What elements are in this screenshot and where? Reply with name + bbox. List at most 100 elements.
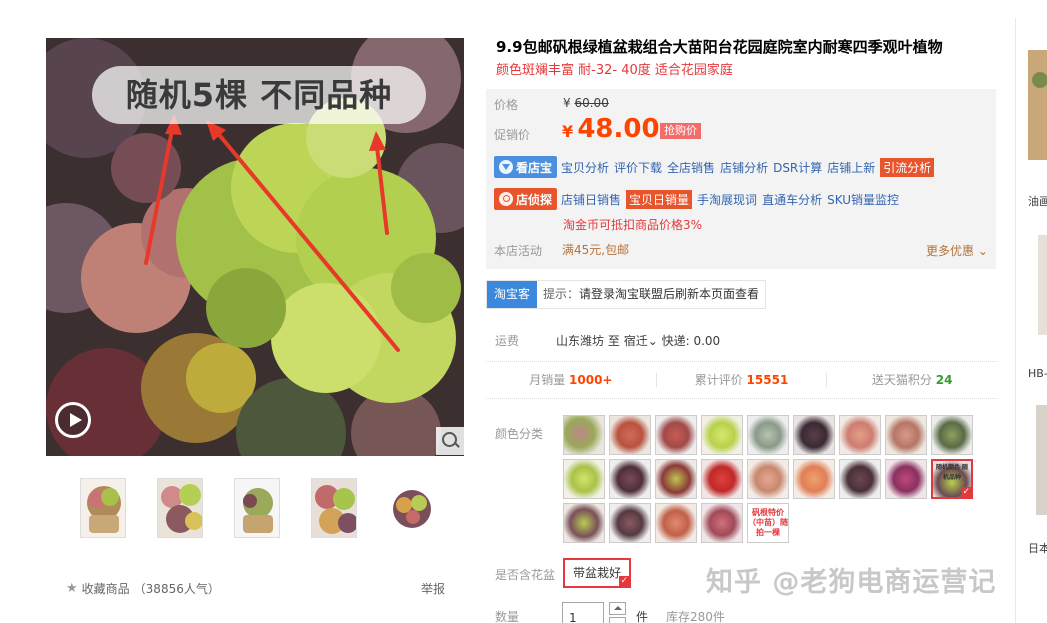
thumbnail-2[interactable] — [157, 478, 203, 538]
color-swatch[interactable] — [839, 415, 881, 455]
color-swatch[interactable] — [793, 459, 835, 499]
tool-link-sku-monitor[interactable]: SKU销量监控 — [827, 191, 899, 208]
shop-activity-value: 满45元,包邮 — [562, 243, 630, 257]
kandianbao-button[interactable]: 看店宝 — [494, 156, 558, 178]
recommend-image — [1018, 215, 1047, 345]
tool-link-item-analysis[interactable]: 宝贝分析 — [561, 159, 609, 176]
recommend-title-2[interactable]: HB- — [1028, 367, 1047, 380]
recommend-image — [1018, 40, 1047, 170]
thumbnail-5[interactable] — [388, 478, 434, 538]
color-swatch[interactable] — [885, 415, 927, 455]
report-link[interactable]: 举报 — [421, 580, 445, 597]
tool-link-review-download[interactable]: 评价下载 — [614, 159, 662, 176]
color-swatch-selected[interactable]: 随机颜色 随机品种 — [931, 459, 973, 499]
tool-link-search-terms[interactable]: 手淘展现词 — [697, 191, 757, 208]
color-swatch[interactable] — [609, 503, 651, 543]
pot-option-selected[interactable]: 带盆栽好 — [563, 558, 632, 588]
thumbnail-image — [235, 479, 279, 537]
color-swatch[interactable] — [655, 415, 697, 455]
quantity-label: 数量 — [495, 610, 520, 623]
quantity-increase-button[interactable] — [609, 602, 626, 615]
color-swatch[interactable] — [885, 459, 927, 499]
recommend-item-3[interactable] — [1018, 395, 1047, 525]
original-price: ¥ 60.00 — [563, 96, 609, 110]
stat-value: 24 — [935, 373, 953, 387]
color-swatch[interactable] — [655, 503, 697, 543]
tool-link-shop-sales[interactable]: 全店销售 — [667, 159, 715, 176]
tool-link-ztc-analysis[interactable]: 直通车分析 — [762, 191, 822, 208]
play-video-icon[interactable] — [55, 402, 91, 438]
quantity-decrease-button[interactable] — [609, 617, 626, 623]
original-currency: ¥ — [563, 96, 571, 110]
color-swatch[interactable] — [563, 415, 605, 455]
flash-sale-badge: 抢购价 — [660, 123, 701, 139]
color-swatch[interactable] — [701, 503, 743, 543]
tool-link-shop-new[interactable]: 店铺上新 — [827, 159, 875, 176]
more-offers-link[interactable]: 更多优惠 ⌄ — [926, 242, 988, 259]
color-swatch[interactable] — [701, 415, 743, 455]
shipping-from: 山东潍坊 — [556, 334, 605, 348]
shipping-method: 快递: 0.00 — [661, 334, 721, 348]
color-swatch[interactable] — [839, 459, 881, 499]
thumbnail-strip — [80, 478, 434, 538]
recommend-title-1[interactable]: 油画 — [1028, 193, 1047, 209]
sales-stats: 月销量 1000+ 累计评价 15551 送天猫积分 24 — [486, 361, 997, 399]
chevron-down-icon: ⌄ — [974, 244, 988, 258]
color-swatch-grid: 随机颜色 随机品种 矾根特价（中苗）随拍一棵 — [563, 415, 983, 543]
quantity-input[interactable]: 1 — [562, 602, 604, 623]
stat-total-reviews[interactable]: 累计评价 15551 — [657, 373, 828, 387]
color-swatch[interactable] — [931, 415, 973, 455]
color-swatch[interactable] — [609, 415, 651, 455]
dianzhentan-icon — [499, 192, 513, 206]
stat-value: 1000+ — [569, 373, 613, 387]
thumbnail-3[interactable] — [234, 478, 280, 538]
tool-link-traffic-analysis[interactable]: 引流分析 — [880, 157, 935, 177]
favorite-item-link[interactable]: ★ 收藏商品 （38856人气） — [66, 580, 220, 597]
stat-label: 月销量 — [529, 373, 566, 387]
taobaoke-bar: 淘宝客 提示：请登录淘宝联盟后刷新本页面查看 — [486, 280, 767, 309]
recommend-item-1[interactable] — [1018, 40, 1047, 170]
promo-currency: ¥ — [562, 122, 574, 141]
sidebar-divider — [1015, 18, 1016, 623]
pot-option-label: 是否含花盆 — [495, 568, 556, 582]
product-subtitle: 颜色斑斓丰富 耐-32- 40度 适合花园家庭 — [496, 63, 733, 78]
color-category-label: 颜色分类 — [495, 427, 544, 441]
shipping-to-word: 至 — [607, 334, 620, 348]
dianzhentan-button[interactable]: 店侦探 — [494, 188, 558, 210]
color-swatch[interactable] — [747, 459, 789, 499]
promo-price: ¥ 48.00 — [562, 114, 660, 144]
main-product-image[interactable]: 随机5棵 不同品种 — [46, 38, 464, 456]
color-swatch[interactable] — [563, 503, 605, 543]
thumbnail-image — [312, 479, 356, 537]
thumbnail-1[interactable] — [80, 478, 126, 538]
recommend-item-2[interactable] — [1018, 215, 1047, 345]
color-swatch-special[interactable]: 矾根特价（中苗）随拍一棵 — [747, 503, 789, 543]
favorite-label: 收藏商品 — [81, 582, 130, 596]
tool-link-item-daily-sales[interactable]: 宝贝日销量 — [626, 189, 693, 209]
zoom-icon[interactable] — [436, 427, 464, 455]
tool-link-dsr-calc[interactable]: DSR计算 — [773, 159, 822, 176]
color-swatch[interactable] — [655, 459, 697, 499]
kandianbao-icon — [499, 160, 513, 174]
taobaoke-tag[interactable]: 淘宝客 — [487, 281, 538, 308]
shipping-label: 运费 — [495, 334, 520, 348]
color-swatch[interactable] — [747, 415, 789, 455]
thumbnail-image — [389, 479, 433, 537]
color-swatch[interactable] — [701, 459, 743, 499]
color-swatch[interactable] — [793, 415, 835, 455]
kandianbao-label: 看店宝 — [516, 160, 553, 175]
thumbnail-image — [158, 479, 202, 537]
color-swatch[interactable] — [563, 459, 605, 499]
tool-link-shop-analysis[interactable]: 店铺分析 — [720, 159, 768, 176]
taobaoke-tip: 提示：请登录淘宝联盟后刷新本页面查看 — [537, 281, 765, 308]
color-swatch[interactable] — [609, 459, 651, 499]
shipping-destination-select[interactable]: 宿迁⌄ — [624, 334, 658, 348]
recommend-title-3[interactable]: 日本 — [1028, 540, 1047, 556]
tool-link-shop-daily-sales[interactable]: 店铺日销售 — [561, 191, 621, 208]
swatch-caption: 矾根特价（中苗）随拍一棵 — [748, 508, 788, 537]
recommend-image — [1018, 395, 1047, 525]
stat-monthly-sales: 月销量 1000+ — [486, 373, 657, 387]
thumbnail-4[interactable] — [311, 478, 357, 538]
zhihu-watermark: 知乎 @老狗电商运营记 — [706, 567, 997, 598]
star-icon: ★ — [66, 581, 78, 596]
